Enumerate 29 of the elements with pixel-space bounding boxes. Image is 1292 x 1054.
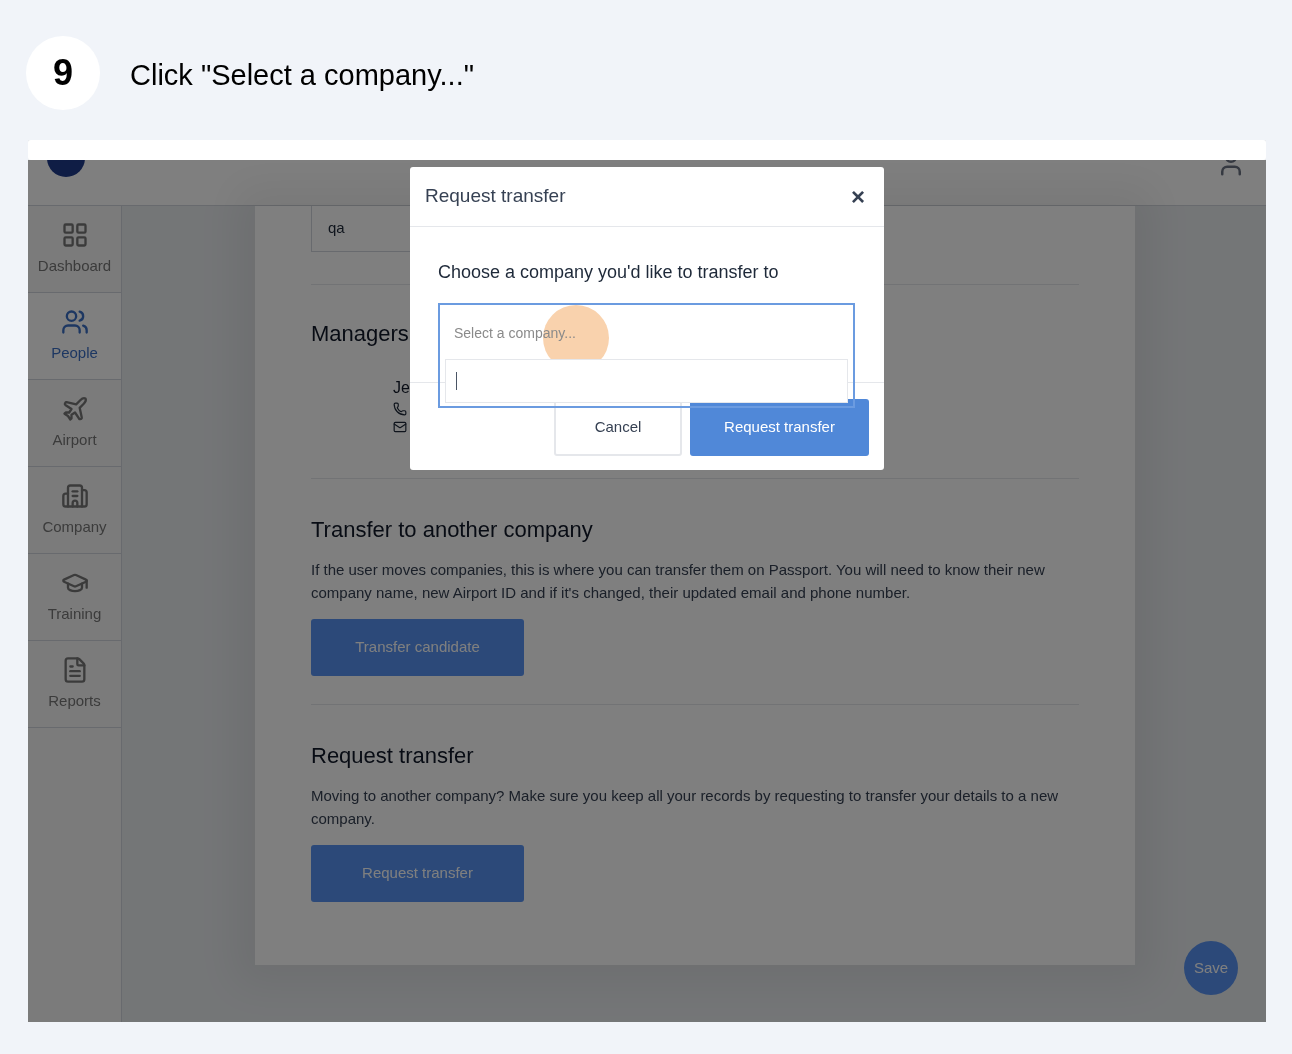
section-heading: Transfer to another company (311, 516, 594, 544)
sidebar-item[interactable]: Training (28, 554, 121, 641)
close-button[interactable]: × (847, 184, 869, 209)
primary-button[interactable]: Transfer candidate (311, 619, 524, 676)
modal-title: Request transfer (425, 184, 566, 209)
phone-icon (393, 402, 407, 416)
modal-prompt: Choose a company you'd like to transfer to (438, 261, 779, 284)
manager-name: Je (393, 378, 410, 398)
search-input[interactable] (445, 359, 848, 403)
primary-button[interactable]: Request transfer (311, 845, 524, 902)
step-number: 9 (26, 36, 100, 110)
step-instruction: Click "Select a company..." (130, 58, 474, 93)
sidebar-item[interactable]: Company (28, 467, 121, 554)
people-icon (60, 307, 89, 336)
mail-icon (393, 420, 407, 434)
sidebar-item[interactable]: People (28, 293, 121, 380)
save-button[interactable]: Save (1184, 941, 1238, 995)
grid-icon (60, 220, 89, 249)
managers-heading: Managers (311, 320, 409, 348)
section-description: If the user moves companies, this is where you can transfer them on Passport. You will need to know their new company name, new Airport ID and if it's changed, their updated email and phone number. (311, 560, 1046, 603)
building-icon (60, 481, 89, 510)
section-heading: Request transfer (311, 742, 475, 770)
text-cursor (456, 372, 457, 390)
plane-icon (60, 394, 89, 423)
logo-icon (46, 160, 86, 178)
request-transfer-button[interactable]: Request transfer (690, 399, 869, 456)
sidebar-item[interactable]: Reports (28, 641, 121, 728)
section-description: Moving to another company? Make sure you keep all your records by requesting to transfer your details to a new company. (311, 786, 1060, 829)
sidebar-item[interactable]: Airport (28, 380, 121, 467)
